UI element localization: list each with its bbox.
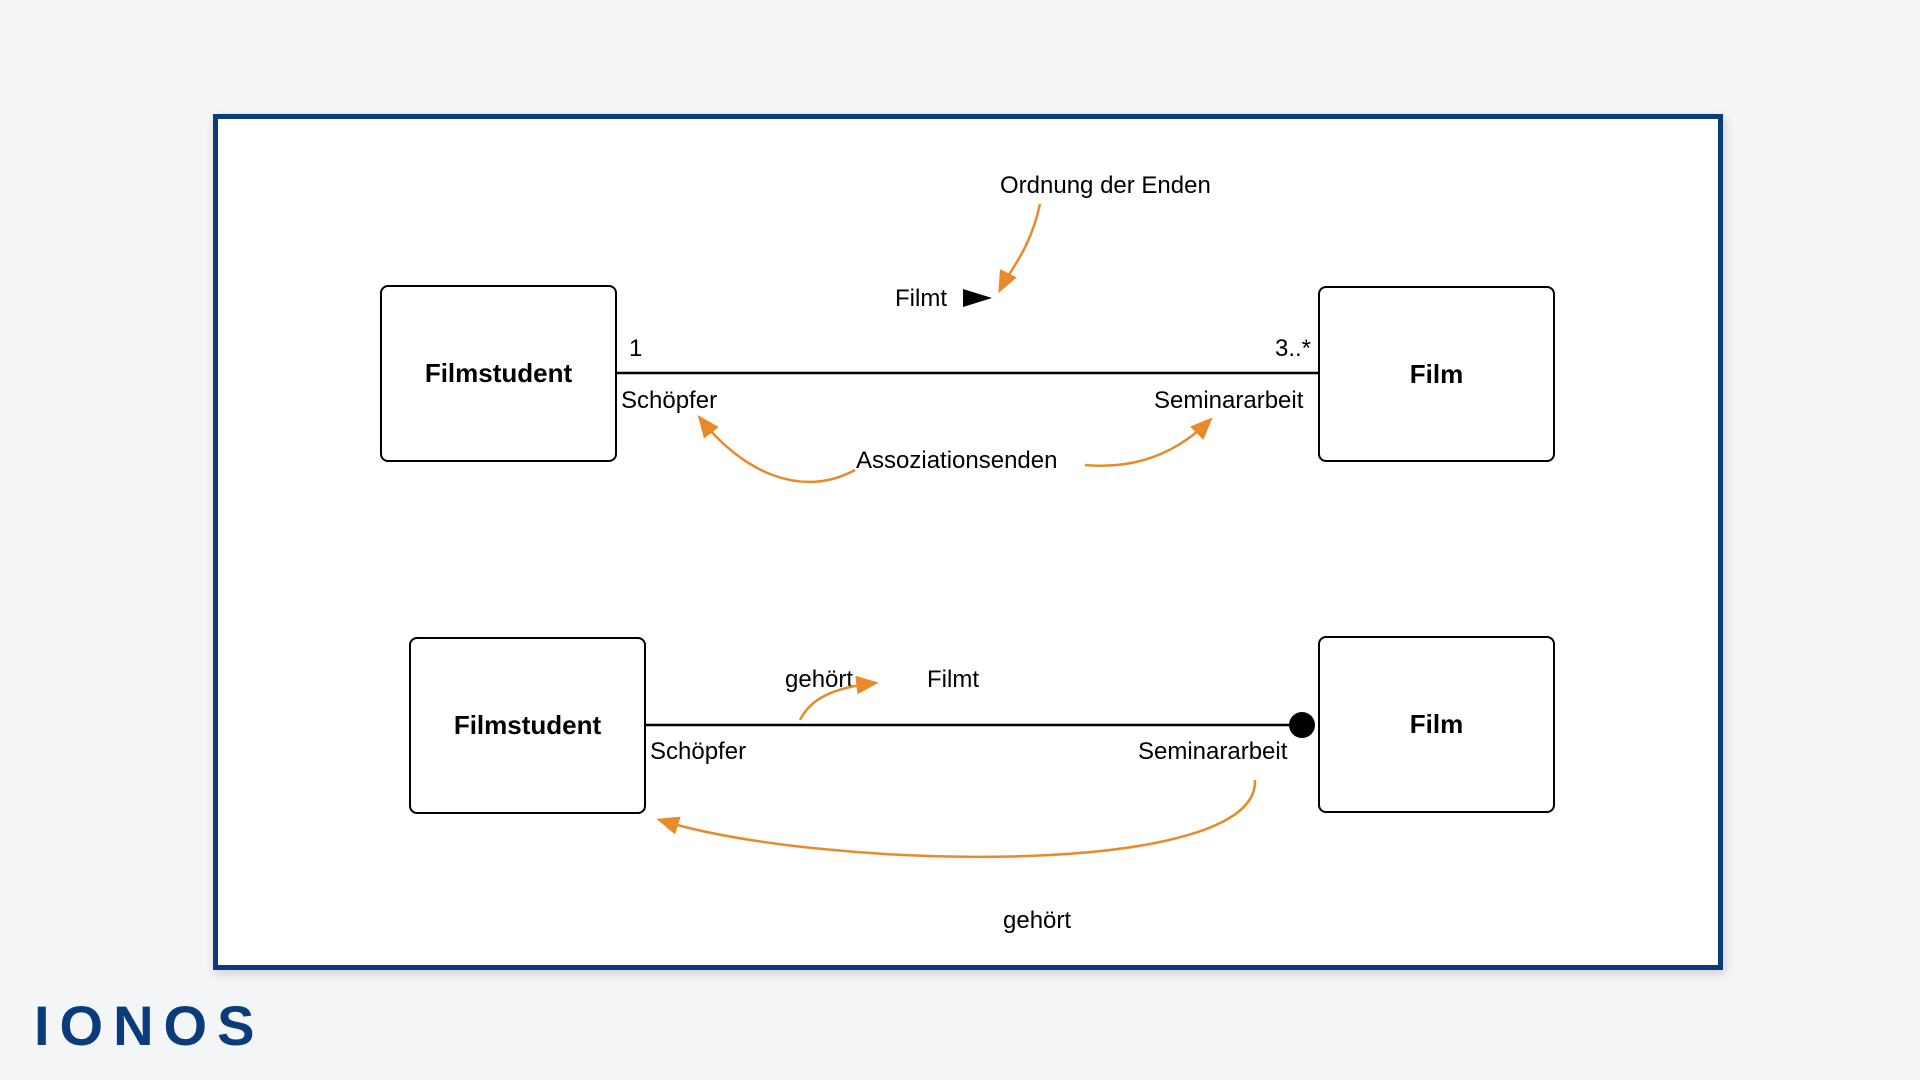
class-name: Filmstudent	[454, 710, 601, 741]
class-name: Film	[1410, 709, 1463, 740]
role-left-bottom: Schöpfer	[650, 738, 746, 766]
uml-class-film-top: Film	[1318, 286, 1555, 462]
uml-class-filmstudent-bottom: Filmstudent	[409, 637, 646, 814]
association-label-filmt-top: Filmt	[895, 285, 947, 313]
multiplicity-right-top: 3..*	[1275, 335, 1311, 363]
annotation-assoziationsenden: Assoziationsenden	[856, 447, 1057, 475]
association-label-gehoert-bottom: gehört	[785, 666, 853, 694]
diagram-frame	[213, 114, 1723, 970]
annotation-gehoert-bottom: gehört	[1003, 907, 1071, 935]
role-right-bottom: Seminararbeit	[1138, 738, 1287, 766]
class-name: Filmstudent	[425, 358, 572, 389]
association-label-filmt-bottom: Filmt	[927, 666, 979, 694]
multiplicity-left-top: 1	[629, 335, 642, 363]
ionos-logo: IONOS	[34, 993, 264, 1058]
class-name: Film	[1410, 359, 1463, 390]
annotation-ordnung: Ordnung der Enden	[1000, 172, 1211, 200]
role-right-top: Seminararbeit	[1154, 387, 1303, 415]
uml-class-film-bottom: Film	[1318, 636, 1555, 813]
uml-class-filmstudent-top: Filmstudent	[380, 285, 617, 462]
role-left-top: Schöpfer	[621, 387, 717, 415]
